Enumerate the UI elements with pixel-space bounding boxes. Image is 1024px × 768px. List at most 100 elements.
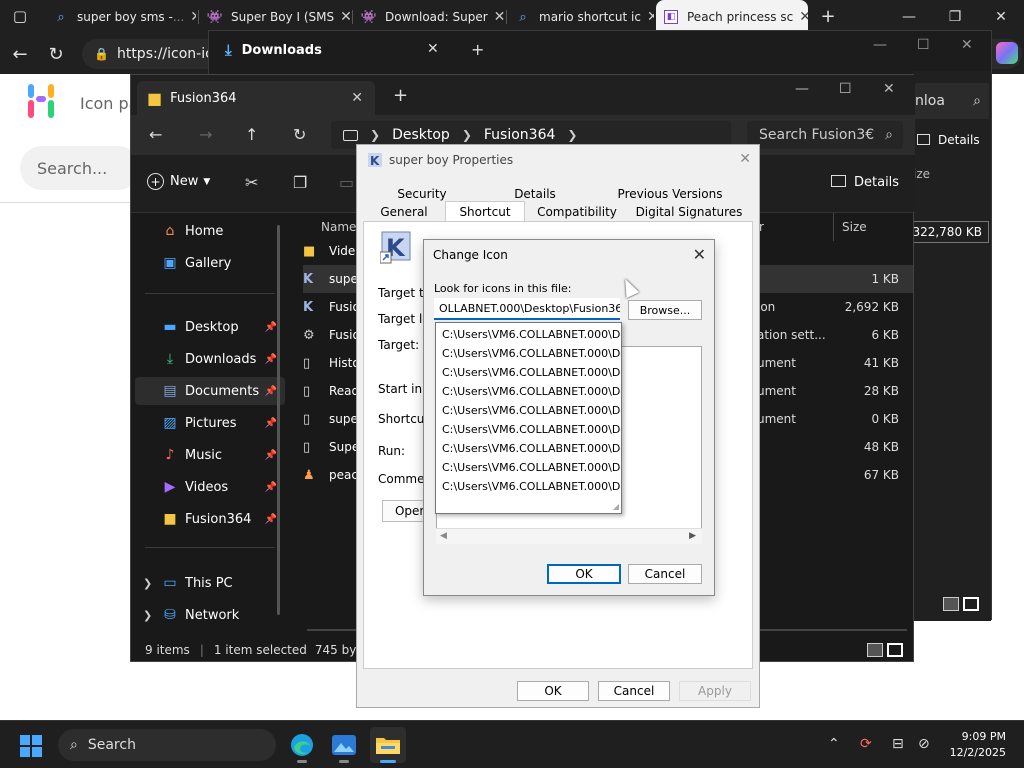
autocomplete-item[interactable]: C:\Users\VM6.COLLABNET.000\De bbox=[442, 325, 621, 344]
file-explorer-app[interactable] bbox=[370, 727, 406, 763]
tiles-view-icon[interactable] bbox=[963, 597, 979, 611]
tab-general[interactable]: General bbox=[367, 203, 441, 221]
restore-icon[interactable]: ❐ bbox=[932, 0, 978, 34]
pin-icon[interactable]: 📌 bbox=[265, 322, 277, 333]
start-button[interactable] bbox=[20, 735, 42, 757]
browser-tab-super-boy-sms[interactable]: ⌕ super boy sms - ... ✕ bbox=[46, 0, 196, 34]
new-button[interactable]: + New ▼ bbox=[147, 173, 210, 190]
maximize-icon[interactable]: ☐ bbox=[839, 81, 852, 97]
scroll-right-icon[interactable]: ▶ bbox=[689, 531, 696, 541]
back-icon[interactable]: ← bbox=[6, 42, 34, 66]
breadcrumb-desktop[interactable]: Desktop bbox=[392, 127, 450, 143]
photos-app[interactable] bbox=[326, 727, 362, 763]
ok-button[interactable]: OK bbox=[547, 564, 621, 584]
tab-close-icon[interactable]: ✕ bbox=[641, 9, 654, 25]
show-hidden-icons-chevron-icon[interactable]: ⌃ bbox=[828, 736, 840, 752]
browse-button[interactable]: Browse... bbox=[628, 300, 702, 320]
site-search-input[interactable]: Search... bbox=[20, 146, 140, 190]
autocomplete-item[interactable]: C:\Users\VM6.COLLABNET.000\De bbox=[442, 420, 621, 439]
icon-list-scrollbar[interactable]: ◀ ▶ bbox=[436, 528, 702, 544]
autocomplete-item[interactable]: C:\Users\VM6.COLLABNET.000\De bbox=[442, 458, 621, 477]
autocomplete-item[interactable]: C:\Users\VM6.COLLABNET.000\De bbox=[442, 382, 621, 401]
browser-tab-super-boy-i[interactable]: 👾 Super Boy I (SMS ✕ bbox=[200, 0, 350, 34]
close-icon[interactable]: ✕ bbox=[961, 37, 973, 53]
tab-close-icon[interactable]: ✕ bbox=[793, 9, 808, 25]
icon-file-path-input[interactable]: OLLABNET.000\Desktop\Fusion364\ bbox=[434, 298, 620, 320]
resize-grip-icon[interactable]: ◢ bbox=[613, 502, 619, 511]
sidebar-item-videos[interactable]: ▶ Videos 📌 bbox=[135, 473, 285, 501]
autocomplete-item[interactable]: C:\Users\VM6.COLLABNET.000\De bbox=[442, 439, 621, 458]
sidebar-item-pictures[interactable]: ▨ Pictures 📌 bbox=[135, 409, 285, 437]
navigation-scrollbar[interactable] bbox=[277, 225, 280, 615]
pin-icon[interactable]: 📌 bbox=[265, 482, 277, 493]
close-icon[interactable]: ✕ bbox=[693, 245, 706, 264]
tiles-view-icon[interactable] bbox=[887, 643, 903, 658]
sync-icon[interactable]: ⟳ bbox=[860, 736, 872, 752]
pin-icon[interactable]: 📌 bbox=[265, 418, 277, 429]
sidebar-item-music[interactable]: ♪ Music 📌 bbox=[135, 441, 285, 469]
browser-tab-mario-shortcut[interactable]: ⌕ mario shortcut ic ✕ bbox=[508, 0, 654, 34]
sidebar-item-fusion364[interactable]: ■ Fusion364 📌 bbox=[135, 505, 285, 533]
downloads-tab[interactable]: ⤓ Downloads bbox=[225, 41, 322, 59]
back-icon[interactable]: ← bbox=[149, 125, 162, 144]
downloads-new-tab-icon[interactable]: + bbox=[471, 40, 484, 59]
autocomplete-item[interactable]: C:\Users\VM6.COLLABNET.000\De bbox=[442, 344, 621, 363]
copilot-icon[interactable] bbox=[996, 42, 1018, 64]
tab-actions-icon[interactable]: ▢ bbox=[6, 4, 34, 28]
details-view-icon[interactable] bbox=[943, 597, 959, 611]
refresh-icon[interactable]: ↻ bbox=[293, 125, 306, 144]
details-pane-button[interactable]: Details bbox=[831, 175, 899, 190]
browser-tab-peach-princess[interactable]: ◧ Peach princess sc ✕ bbox=[656, 0, 808, 34]
cancel-button[interactable]: Cancel bbox=[598, 681, 670, 701]
tab-close-icon[interactable]: ✕ bbox=[351, 90, 363, 106]
sidebar-item-this-pc[interactable]: ❯ ▭ This PC bbox=[135, 569, 285, 597]
sidebar-item-home[interactable]: ⌂ Home bbox=[135, 217, 285, 245]
tab-shortcut[interactable]: Shortcut bbox=[445, 201, 525, 222]
sidebar-item-documents[interactable]: ▤ Documents 📌 bbox=[135, 377, 285, 405]
sidebar-item-downloads[interactable]: ⤓ Downloads 📌 bbox=[135, 345, 285, 373]
cut-icon[interactable]: ✂ bbox=[245, 173, 258, 192]
maximize-icon[interactable]: ☐ bbox=[917, 37, 930, 53]
refresh-icon[interactable]: ↻ bbox=[42, 42, 70, 66]
chevron-right-icon[interactable]: ❯ bbox=[143, 577, 152, 590]
tab-digital-signatures[interactable]: Digital Signatures bbox=[629, 203, 749, 221]
paste-icon[interactable]: ▭ bbox=[339, 173, 354, 192]
copy-icon[interactable]: ❐ bbox=[293, 173, 307, 192]
cancel-button[interactable]: Cancel bbox=[628, 564, 702, 584]
pin-icon[interactable]: 📌 bbox=[265, 354, 277, 365]
breadcrumb-fusion364[interactable]: Fusion364 bbox=[484, 127, 556, 143]
downloads-tab-close-icon[interactable]: ✕ bbox=[427, 41, 439, 57]
system-clock[interactable]: 9:09 PM 12/2/2025 bbox=[950, 729, 1006, 761]
close-icon[interactable]: ✕ bbox=[883, 81, 895, 97]
details-view-icon[interactable] bbox=[867, 643, 883, 658]
ok-button[interactable]: OK bbox=[517, 681, 589, 701]
explorer-search-input[interactable]: Search Fusion3€ ⌕ bbox=[747, 121, 903, 149]
selected-file-size[interactable]: 322,780 KB bbox=[911, 221, 989, 243]
downloads-search-input[interactable]: nloa ⌕ bbox=[911, 83, 989, 119]
close-icon[interactable]: ✕ bbox=[739, 151, 751, 167]
sidebar-item-network[interactable]: ❯ ⛁ Network bbox=[135, 601, 285, 629]
edge-app[interactable] bbox=[284, 727, 320, 763]
pin-icon[interactable]: 📌 bbox=[265, 514, 277, 525]
new-tab-icon[interactable]: + bbox=[814, 4, 842, 28]
scroll-left-icon[interactable]: ◀ bbox=[440, 531, 447, 541]
autocomplete-item[interactable]: C:\Users\VM6.COLLABNET.000\De bbox=[442, 477, 621, 496]
sidebar-item-desktop[interactable]: ▬ Desktop 📌 bbox=[135, 313, 285, 341]
up-icon[interactable]: ↑ bbox=[245, 125, 258, 144]
size-column-header[interactable]: ize bbox=[913, 167, 930, 181]
volume-muted-icon[interactable]: ⊘ bbox=[918, 736, 930, 752]
browser-tab-download-super[interactable]: 👾 Download: Super ✕ bbox=[354, 0, 504, 34]
sidebar-item-gallery[interactable]: ▣ Gallery bbox=[135, 249, 285, 277]
taskbar-search[interactable]: ⌕ Search bbox=[58, 729, 276, 761]
minimize-icon[interactable]: — bbox=[886, 0, 932, 34]
chevron-right-icon[interactable]: ❯ bbox=[143, 609, 152, 622]
network-icon[interactable]: ⊟ bbox=[892, 736, 904, 752]
autocomplete-item[interactable]: C:\Users\VM6.COLLABNET.000\De bbox=[442, 363, 621, 382]
tab-close-icon[interactable]: ✕ bbox=[488, 9, 504, 25]
tab-previous-versions[interactable]: Previous Versions bbox=[593, 185, 747, 203]
tab-close-icon[interactable]: ✕ bbox=[334, 9, 350, 25]
pin-icon[interactable]: 📌 bbox=[265, 386, 277, 397]
details-toggle[interactable]: Details bbox=[917, 133, 980, 147]
tab-close-icon[interactable]: ✕ bbox=[184, 9, 196, 25]
autocomplete-item[interactable]: C:\Users\VM6.COLLABNET.000\De bbox=[442, 401, 621, 420]
